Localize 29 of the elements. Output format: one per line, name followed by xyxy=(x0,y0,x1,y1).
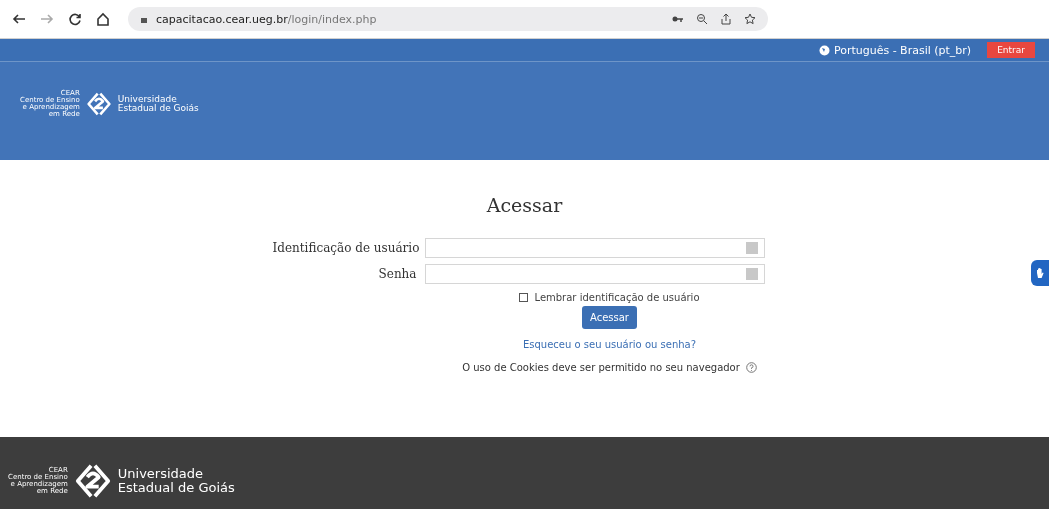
language-menu[interactable]: Português - Brasil (pt_br) xyxy=(818,43,972,57)
hand-icon xyxy=(1035,267,1045,279)
home-icon[interactable] xyxy=(96,12,110,26)
university-logo-text: Estadual de Goiás xyxy=(117,104,199,114)
forgot-password-link[interactable]: Esqueceu o seu usuário ou senha? xyxy=(523,339,696,350)
globe-icon xyxy=(818,44,830,56)
username-field[interactable] xyxy=(424,238,765,258)
remember-label: Lembrar identificação de usuário xyxy=(534,292,700,303)
remember-checkbox[interactable] xyxy=(519,293,529,302)
star-icon[interactable] xyxy=(744,13,756,25)
logo-mark-icon xyxy=(85,91,112,117)
share-icon[interactable] xyxy=(720,13,732,25)
login-title: Acessar xyxy=(486,194,563,216)
university-logo-text: Universidade xyxy=(117,94,178,104)
address-bar[interactable]: capacitacao.cear.ueg.br/login/index.php xyxy=(128,7,768,31)
login-button[interactable]: Entrar xyxy=(987,42,1035,58)
zoom-icon[interactable] xyxy=(696,13,708,25)
password-field[interactable] xyxy=(424,264,765,284)
back-arrow-icon[interactable] xyxy=(12,12,26,26)
reload-icon[interactable] xyxy=(68,12,82,26)
university-logo-text: Universidade xyxy=(117,467,205,481)
field-label: Identificação de usuário xyxy=(272,241,417,255)
submit-button[interactable]: Acessar xyxy=(582,306,637,329)
logo-mark-icon xyxy=(73,462,112,500)
cookies-notice: O uso de Cookies deve ser permitido no seu navegador xyxy=(462,362,740,373)
accessibility-button[interactable] xyxy=(1031,260,1049,286)
help-icon[interactable] xyxy=(745,362,757,373)
university-logo-text: Estadual de Goiás xyxy=(117,481,235,495)
field-label: Senha xyxy=(377,267,417,281)
